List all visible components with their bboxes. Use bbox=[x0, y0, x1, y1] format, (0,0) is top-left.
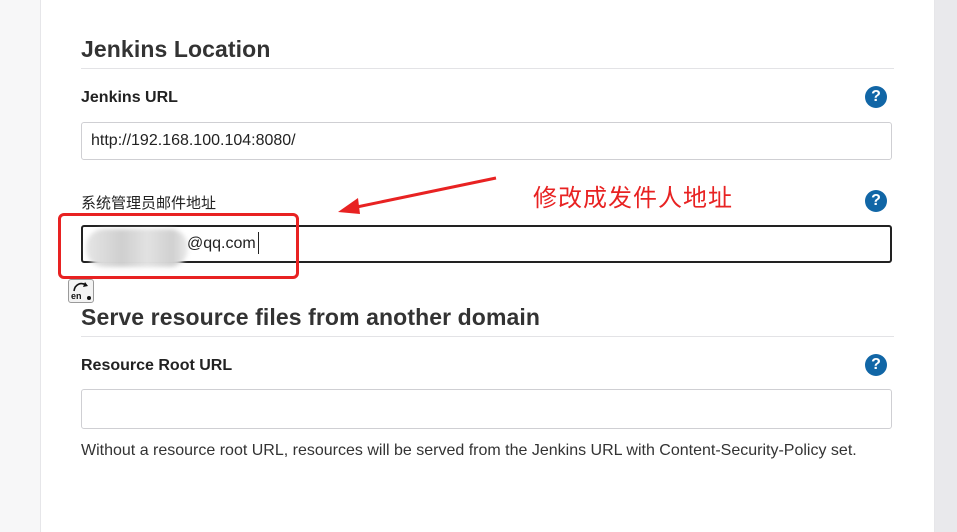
section-divider bbox=[81, 336, 894, 337]
jenkins-url-input[interactable] bbox=[81, 122, 892, 160]
admin-email-help-icon[interactable]: ? bbox=[865, 190, 887, 212]
ime-dot bbox=[87, 296, 91, 300]
annotation-arrow bbox=[338, 176, 497, 214]
section-title-resource-domain: Serve resource files from another domain bbox=[81, 304, 541, 330]
resource-root-url-help-icon[interactable]: ? bbox=[865, 354, 887, 376]
section-divider bbox=[81, 68, 894, 69]
section-title-jenkins-location: Jenkins Location bbox=[81, 36, 271, 62]
ime-language-label: en bbox=[71, 291, 82, 301]
annotation-text: 修改成发件人地址 bbox=[533, 184, 733, 212]
annotation-highlight-box bbox=[58, 213, 299, 279]
jenkins-url-help-icon[interactable]: ? bbox=[865, 86, 887, 108]
jenkins-url-label: Jenkins URL bbox=[81, 89, 178, 106]
resource-root-url-description: Without a resource root URL, resources w… bbox=[81, 442, 857, 459]
ime-language-icon[interactable]: en bbox=[68, 279, 94, 303]
window-edge bbox=[934, 0, 957, 532]
resource-root-url-label: Resource Root URL bbox=[81, 357, 233, 374]
resource-root-url-input[interactable] bbox=[81, 389, 892, 429]
admin-email-label: 系统管理员邮件地址 bbox=[81, 194, 217, 212]
